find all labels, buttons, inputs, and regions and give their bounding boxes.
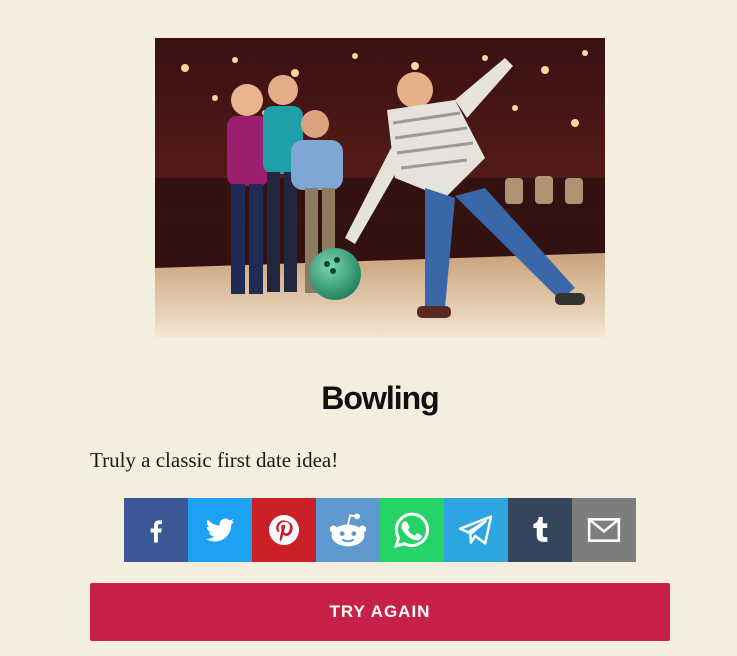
telegram-icon <box>458 515 493 545</box>
share-facebook-button[interactable] <box>124 498 188 562</box>
whatsapp-icon <box>394 512 429 548</box>
pinterest-icon <box>269 515 299 545</box>
facebook-icon <box>150 520 162 543</box>
share-pinterest-button[interactable] <box>252 498 316 562</box>
result-photo <box>155 38 605 337</box>
result-title: Bowling <box>321 380 439 416</box>
share-bar <box>124 498 636 562</box>
tumblr-icon <box>533 517 548 542</box>
email-icon <box>587 518 621 542</box>
share-reddit-button[interactable] <box>316 498 380 562</box>
share-email-button[interactable] <box>572 498 636 562</box>
bowling-photo-illustration <box>155 38 605 337</box>
share-tumblr-button[interactable] <box>508 498 572 562</box>
share-whatsapp-button[interactable] <box>380 498 444 562</box>
twitter-icon <box>205 518 235 542</box>
share-twitter-button[interactable] <box>188 498 252 562</box>
reddit-icon <box>329 513 367 547</box>
try-again-button[interactable]: TRY AGAIN <box>90 583 670 641</box>
share-telegram-button[interactable] <box>444 498 508 562</box>
result-description: Truly a classic first date idea! <box>90 448 339 472</box>
